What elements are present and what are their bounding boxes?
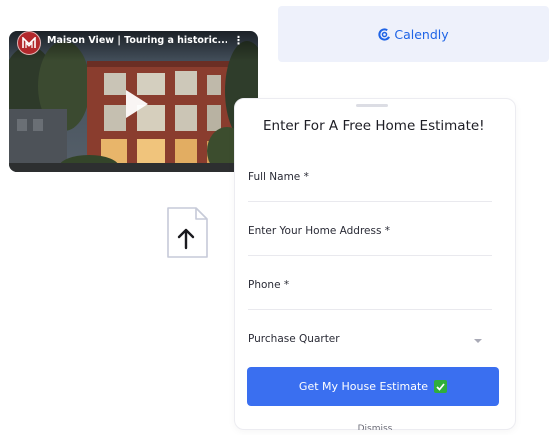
chevron-down-icon xyxy=(474,339,482,343)
purchase-quarter-select[interactable]: Purchase Quarter xyxy=(248,333,492,363)
check-emoji-icon xyxy=(434,380,448,393)
home-address-field[interactable]: Enter Your Home Address * xyxy=(248,225,492,256)
get-estimate-button[interactable]: Get My House Estimate xyxy=(247,367,499,406)
home-address-label: Enter Your Home Address * xyxy=(248,225,391,237)
maison-view-logo-icon[interactable] xyxy=(17,31,41,55)
play-icon[interactable] xyxy=(125,89,149,119)
dismiss-link[interactable]: Dismiss xyxy=(235,422,515,430)
file-upload-icon[interactable] xyxy=(165,206,209,260)
calendly-badge[interactable]: Calendly xyxy=(278,6,549,62)
phone-field[interactable]: Phone * xyxy=(248,279,492,310)
get-estimate-label: Get My House Estimate xyxy=(298,380,429,393)
video-player[interactable]: Maison View | Touring a historic... ⋮ xyxy=(9,31,258,172)
calendly-logo-icon xyxy=(378,27,391,41)
purchase-quarter-label: Purchase Quarter xyxy=(248,333,340,345)
estimate-form: Enter For A Free Home Estimate! Full Nam… xyxy=(234,98,516,430)
full-name-field[interactable]: Full Name * xyxy=(248,171,492,202)
drag-handle[interactable] xyxy=(356,104,388,107)
video-title[interactable]: Maison View | Touring a historic... xyxy=(47,35,227,46)
channel-logo-mark-icon xyxy=(22,37,36,48)
calendly-label: Calendly xyxy=(394,26,449,42)
form-title: Enter For A Free Home Estimate! xyxy=(263,118,485,134)
full-name-label: Full Name * xyxy=(248,171,309,183)
phone-label: Phone * xyxy=(248,279,290,291)
kebab-menu-icon[interactable]: ⋮ xyxy=(233,35,244,46)
